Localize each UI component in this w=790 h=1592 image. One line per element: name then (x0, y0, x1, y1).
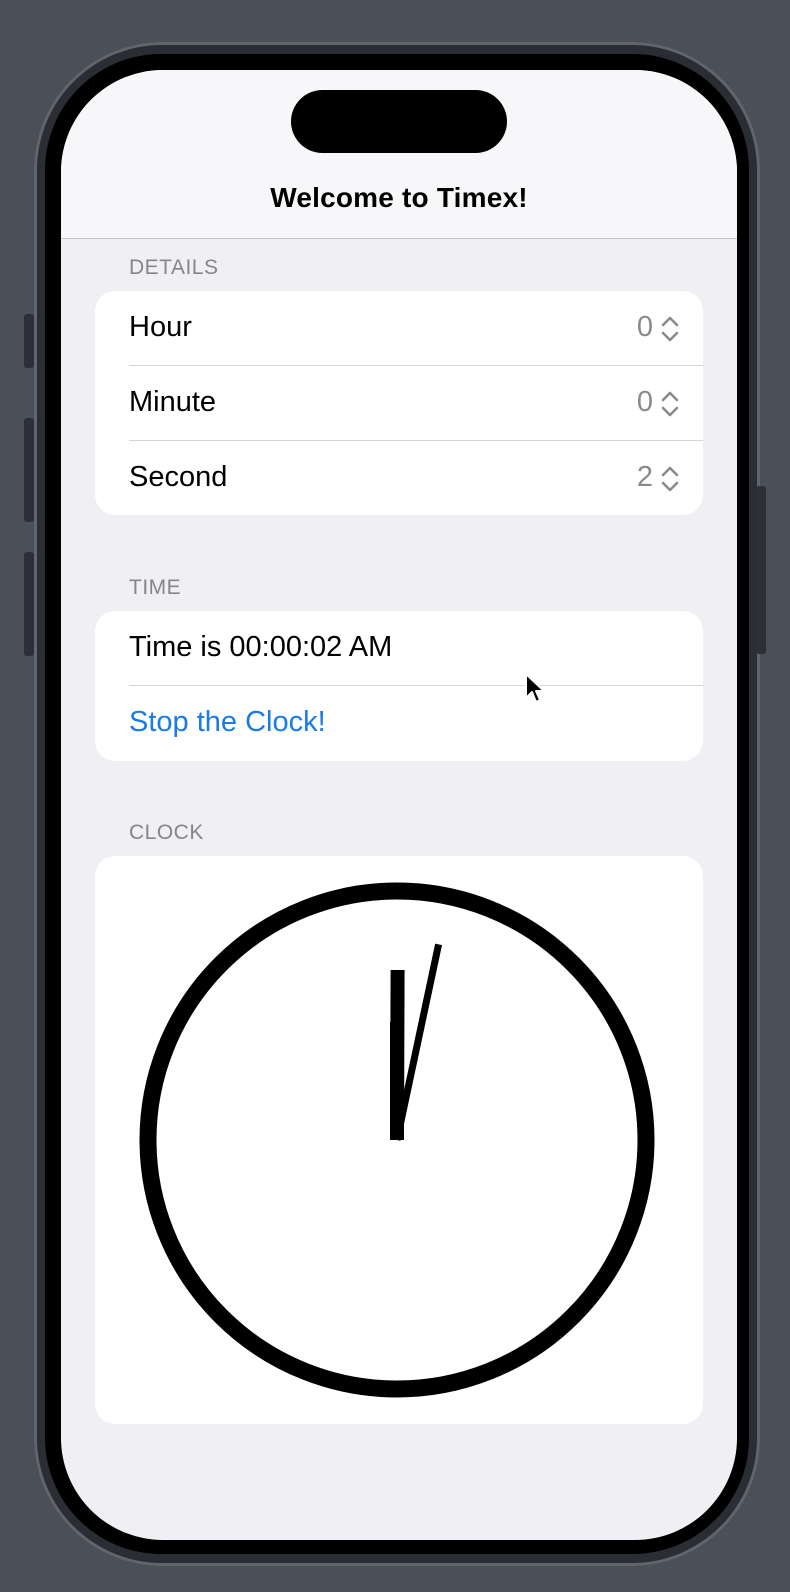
mouse-pointer-icon (525, 673, 545, 703)
hour-value: 0 (636, 311, 653, 343)
time-card: Time is 00:00:02 AM Stop the Clock! (95, 611, 703, 761)
hour-label: Hour (129, 311, 192, 343)
dynamic-island (291, 90, 507, 153)
hour-stepper-row[interactable]: Hour 0 (95, 291, 703, 367)
time-display: Time is 00:00:02 AM (129, 631, 393, 663)
clock-card (95, 856, 703, 1424)
analog-clock (139, 882, 655, 1398)
minute-label: Minute (129, 386, 217, 418)
stop-clock-label: Stop the Clock! (129, 706, 326, 738)
app-screen: Welcome to Timex! DETAILS Hour 0 Minute … (61, 70, 737, 1540)
chevron-up-down-icon[interactable] (661, 315, 679, 343)
device-power-button (756, 486, 766, 654)
stop-clock-button[interactable]: Stop the Clock! (95, 686, 703, 761)
time-display-row: Time is 00:00:02 AM (95, 611, 703, 687)
chevron-up-down-icon[interactable] (661, 465, 679, 493)
details-section-header: DETAILS (129, 256, 219, 279)
device-action-button (24, 314, 34, 368)
second-stepper-row[interactable]: Second 2 (95, 441, 703, 515)
time-section-header: TIME (129, 576, 182, 599)
second-label: Second (129, 461, 228, 493)
minute-value: 0 (636, 386, 653, 418)
page-title: Welcome to Timex! (270, 182, 528, 213)
device-volume-up-button (24, 418, 34, 522)
minute-hand (390, 969, 405, 1141)
details-card: Hour 0 Minute 0 Second 2 (95, 291, 703, 515)
minute-stepper-row[interactable]: Minute 0 (95, 366, 703, 442)
second-value: 2 (636, 461, 653, 493)
chevron-up-down-icon[interactable] (661, 390, 679, 418)
clock-section-header: CLOCK (129, 821, 204, 844)
device-volume-down-button (24, 552, 34, 656)
